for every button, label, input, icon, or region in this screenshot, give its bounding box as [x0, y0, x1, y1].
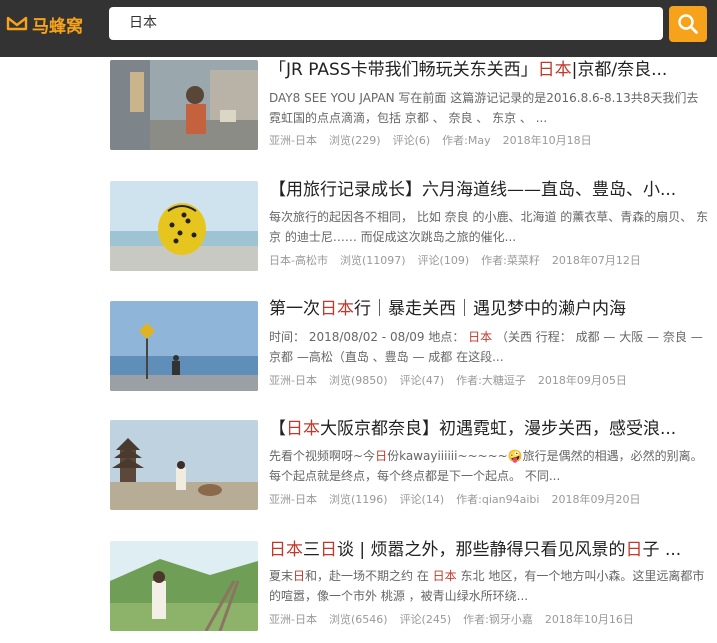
location[interactable]: 亚洲-日本: [269, 374, 317, 387]
date: 2018年07月12日: [551, 254, 641, 267]
title-text: |京都/奈良...: [571, 60, 668, 80]
comments: 评论(14): [399, 493, 445, 506]
desc-text: 夏末: [269, 569, 294, 583]
result-thumbnail[interactable]: [110, 301, 258, 391]
title-highlight: 日本: [537, 60, 572, 80]
desc-highlight: 日: [375, 449, 388, 463]
search-button[interactable]: [669, 6, 707, 42]
result-thumbnail[interactable]: [110, 60, 258, 150]
result-description: 时间： 2018/08/02 - 08/09 地点： 日本 （关西 行程： 成都…: [269, 327, 709, 367]
title-text: 【: [269, 419, 286, 439]
views: 浏览(229): [328, 134, 381, 147]
author[interactable]: 作者:大糖逗子: [456, 374, 526, 387]
date: 2018年10月18日: [502, 134, 592, 147]
date: 2018年09月20日: [551, 493, 641, 506]
location[interactable]: 亚洲-日本: [269, 493, 317, 506]
result-meta: 亚洲-日本 浏览(1196) 评论(14) 作者:qian94aibi 2018年09月…: [269, 492, 652, 508]
desc-text: 先看个视频啊呀~今: [269, 449, 376, 463]
comments: 评论(6): [392, 134, 431, 147]
result-title[interactable]: 第一次日本行｜暴走关西｜遇见梦中的濑户内海: [269, 297, 709, 321]
result-title[interactable]: 【日本大阪京都奈良】初遇霓虹，漫步关西，感受浪...: [269, 417, 709, 441]
title-text: 「JR PASS卡带我们畅玩关东关西」: [269, 60, 538, 80]
comments: 评论(109): [417, 254, 470, 267]
views: 浏览(9850): [328, 374, 388, 387]
comments: 评论(47): [399, 374, 445, 387]
result-description: DAY8 SEE YOU JAPAN 写在前面 这篇游记记录的是2016.8.6…: [269, 91, 699, 125]
desc-text: 和，赴一场不期之约 在: [305, 569, 433, 583]
date: 2018年10月16日: [544, 613, 634, 626]
title-highlight: 日: [320, 540, 337, 560]
result-description: 先看个视频啊呀~今日份kawayiiiiii~~~~~🤪旅行是偶然的相遇，必然的…: [269, 446, 709, 486]
views: 浏览(1196): [328, 493, 388, 506]
result-thumbnail[interactable]: [110, 181, 258, 271]
title-text: 【用旅行记录成长】六月海道线——直岛、豊岛、小...: [269, 180, 677, 200]
result-description: 夏末日和，赴一场不期之约 在 日本 东北 地区，有一个地方叫小森。这里远离都市的…: [269, 566, 709, 606]
result-title[interactable]: 【用旅行记录成长】六月海道线——直岛、豊岛、小...: [269, 178, 709, 202]
author[interactable]: 作者:钢牙小嘉: [463, 613, 533, 626]
desc-text: 时间： 2018/08/02 - 08/09 地点：: [269, 330, 469, 344]
title-text: 行｜暴走关西｜遇见梦中的濑户内海: [354, 299, 626, 319]
title-text: 三: [303, 540, 320, 560]
result-meta: 亚洲-日本 浏览(9850) 评论(47) 作者:大糖逗子 2018年09月05日: [269, 373, 639, 389]
title-text: 谈 | 烦嚣之外，那些静得只看见风景的: [337, 540, 626, 560]
top-bar: 马蜂窝 日本: [0, 0, 717, 57]
author[interactable]: 作者:菜菜籽: [481, 254, 540, 267]
result-meta: 亚洲-日本 浏览(229) 评论(6) 作者:May 2018年10月18日: [269, 133, 604, 149]
search-input[interactable]: 日本: [109, 7, 663, 40]
views: 浏览(6546): [328, 613, 388, 626]
title-highlight: 日: [625, 540, 643, 560]
search-icon: [678, 14, 698, 34]
result-description: 每次旅行的起因各不相同， 比如 奈良 的小鹿、北海道 的薰衣草、青森的扇贝、 东…: [269, 210, 709, 244]
title-text: 子 ...: [642, 540, 682, 560]
author[interactable]: 作者:May: [442, 134, 490, 147]
date: 2018年09月05日: [537, 374, 627, 387]
title-text: 大阪京都奈良】初遇霓虹，漫步关西，感受浪...: [320, 419, 677, 439]
location[interactable]: 亚洲-日本: [269, 613, 317, 626]
result-title[interactable]: 「JR PASS卡带我们畅玩关东关西」日本|京都/奈良...: [269, 58, 709, 82]
result-thumbnail[interactable]: [110, 420, 258, 510]
result-title[interactable]: 日本三日谈 | 烦嚣之外，那些静得只看见风景的日子 ...: [269, 538, 709, 562]
mafengwo-logo-icon: [6, 16, 28, 31]
result-meta: 亚洲-日本 浏览(6546) 评论(245) 作者:钢牙小嘉 2018年10月16日: [269, 612, 646, 628]
title-text: 第一次: [269, 299, 320, 319]
title-highlight: 日本: [286, 419, 320, 439]
location[interactable]: 日本-高松市: [269, 254, 328, 267]
views: 浏览(11097): [339, 254, 406, 267]
author[interactable]: 作者:qian94aibi: [456, 493, 539, 506]
title-highlight: 日本: [269, 540, 303, 560]
result-thumbnail[interactable]: [110, 541, 258, 631]
logo[interactable]: 马蜂窝: [6, 12, 83, 37]
desc-highlight: 日本: [432, 569, 457, 583]
desc-highlight: 日本: [468, 330, 493, 344]
desc-highlight: 日: [293, 569, 306, 583]
logo-text: 马蜂窝: [32, 16, 83, 37]
comments: 评论(245): [399, 613, 452, 626]
location[interactable]: 亚洲-日本: [269, 134, 317, 147]
result-meta: 日本-高松市 浏览(11097) 评论(109) 作者:菜菜籽 2018年07月12日: [269, 253, 653, 269]
title-highlight: 日本: [320, 299, 354, 319]
